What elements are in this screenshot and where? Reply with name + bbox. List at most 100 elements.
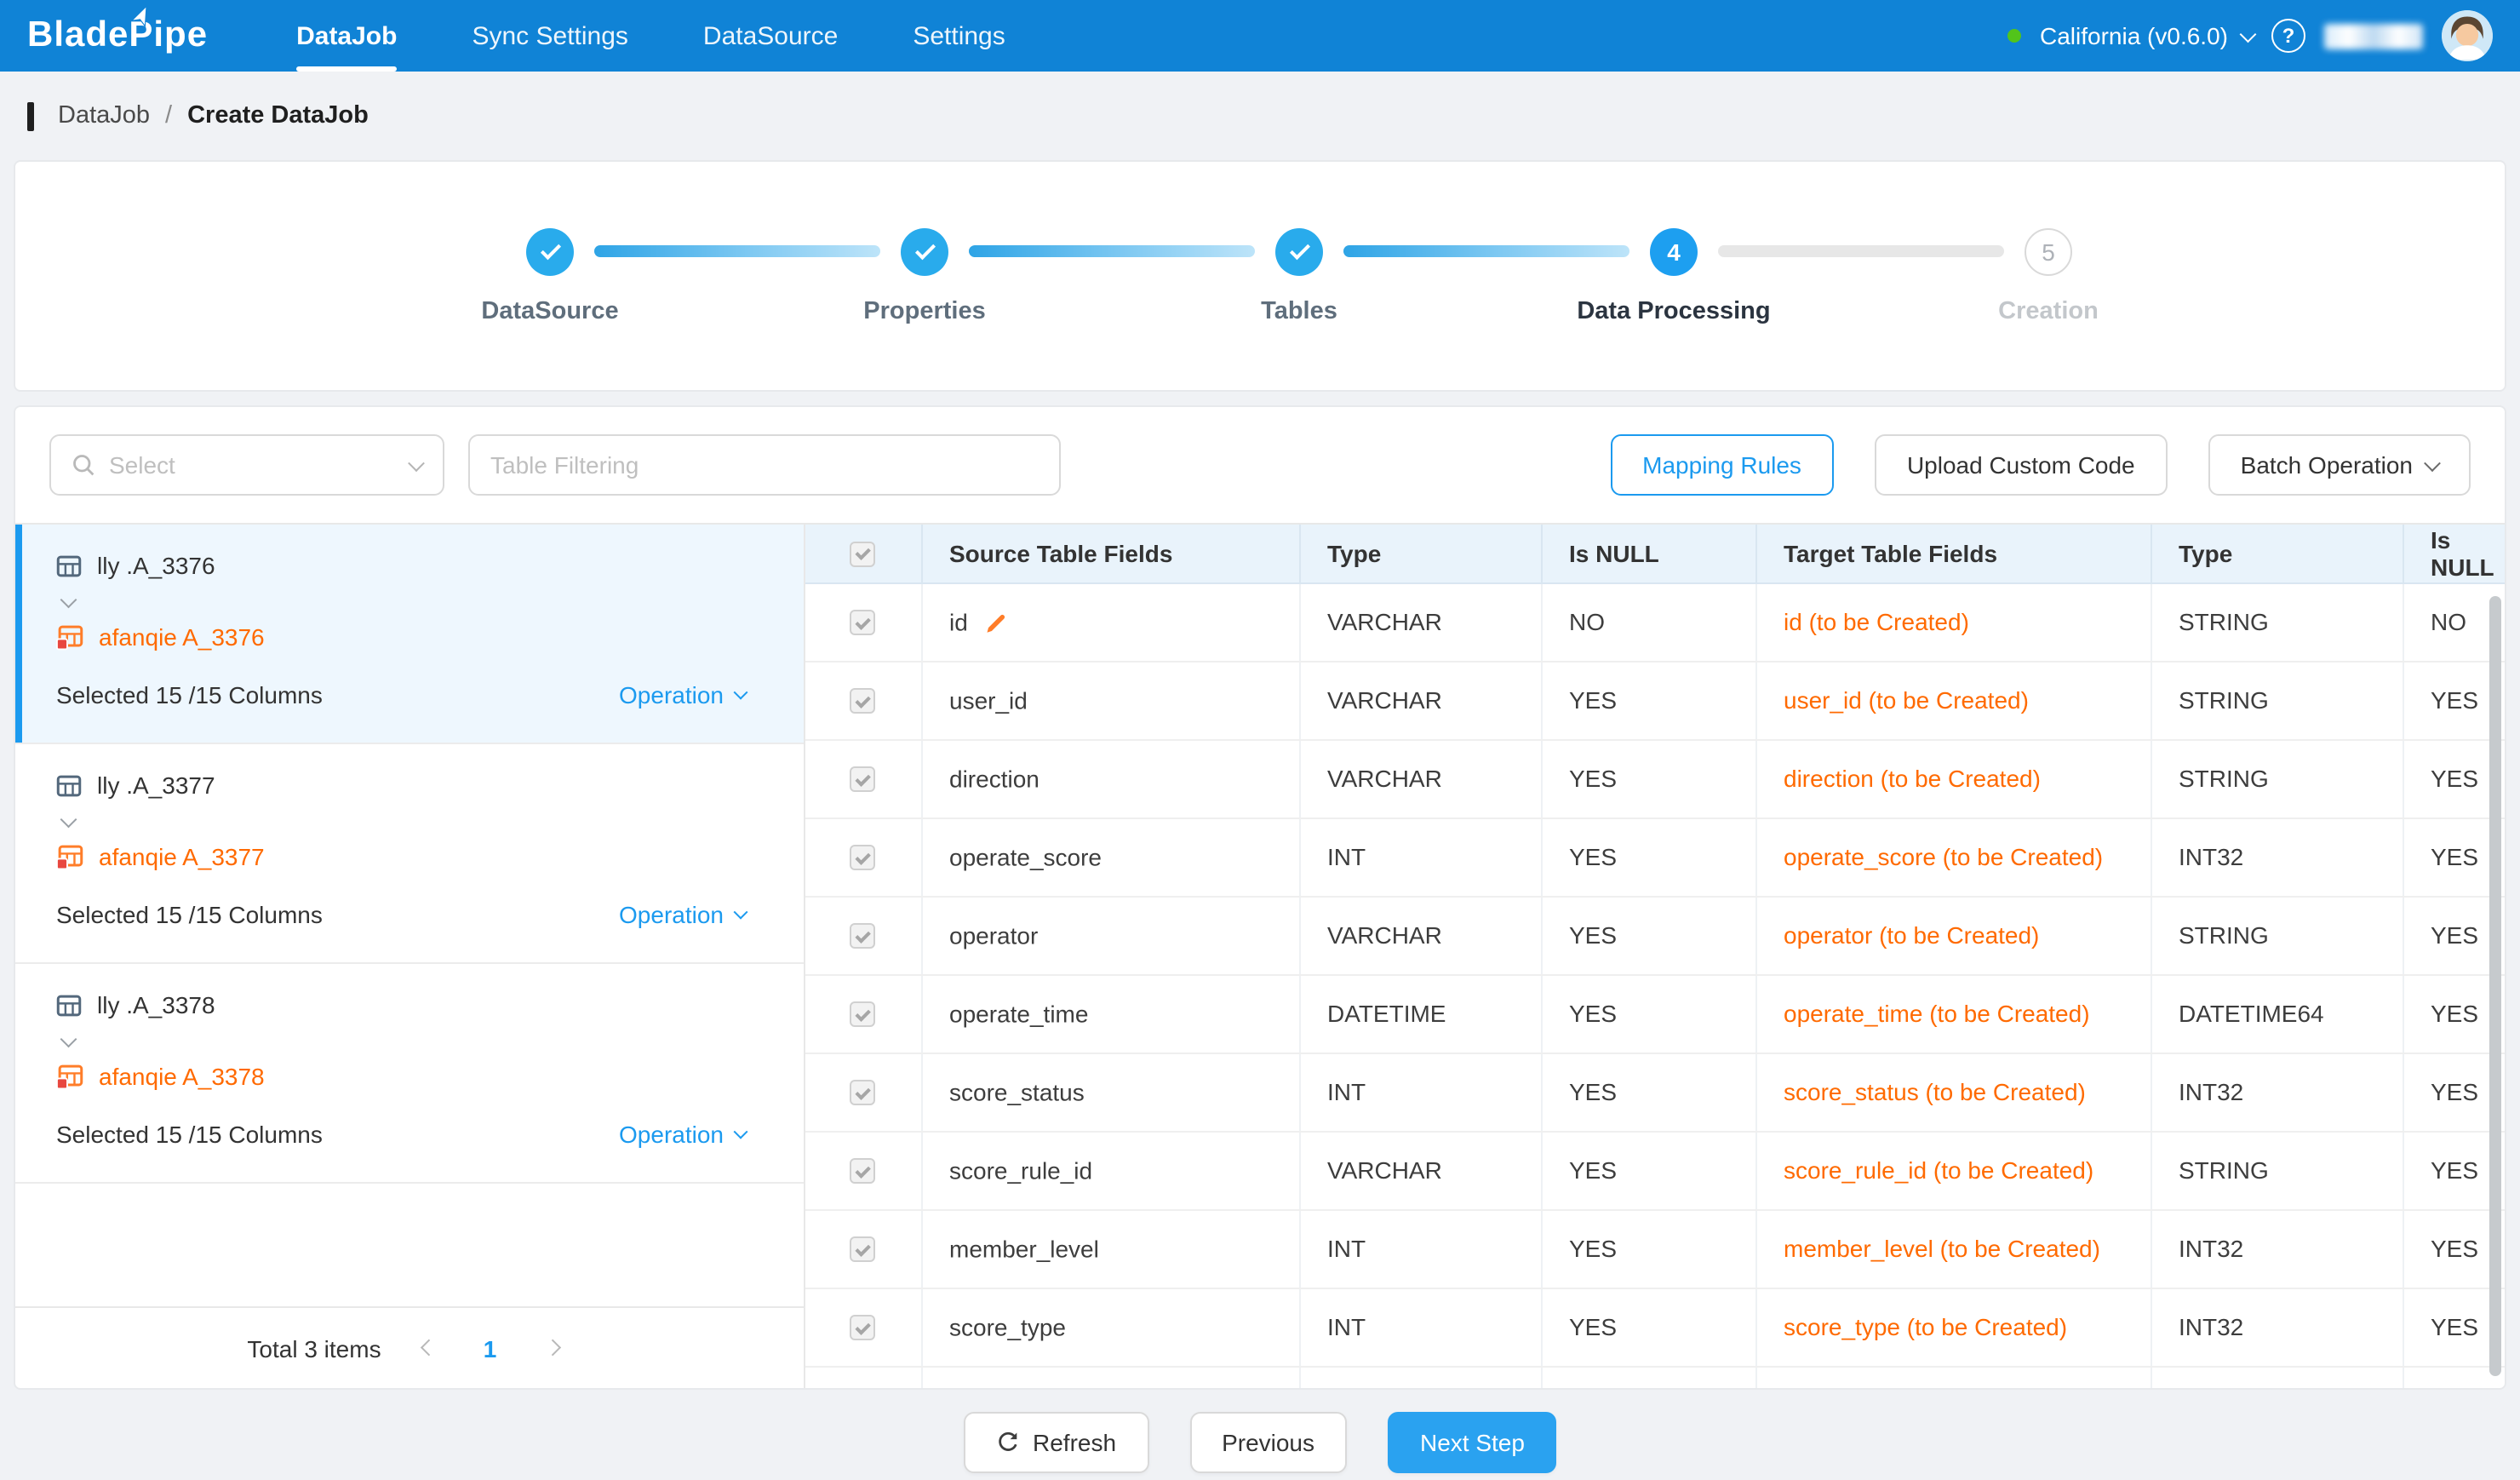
row-checkbox[interactable] <box>850 767 876 793</box>
region-selector[interactable]: California (v0.6.0) <box>2040 22 2253 49</box>
table-mapping-item[interactable]: lly .A_3376 afanqie A_3376 Selected 15 /… <box>15 525 804 744</box>
source-table-name: lly .A_3376 <box>97 552 215 579</box>
target-field-name: score_status (to be Created) <box>1755 1053 2151 1131</box>
previous-button[interactable]: Previous <box>1189 1412 1347 1473</box>
check-icon <box>1289 239 1309 260</box>
source-table-row: lly .A_3378 <box>56 986 746 1024</box>
target-field-name: operate_time (to be Created) <box>1755 974 2151 1053</box>
source-table-icon <box>56 992 82 1018</box>
next-step-button[interactable]: Next Step <box>1388 1412 1557 1473</box>
source-field-name: id <box>949 609 968 636</box>
target-table-icon <box>56 623 83 651</box>
step-connector <box>1343 245 1629 257</box>
operation-link[interactable]: Operation <box>619 1121 746 1148</box>
total-items-label: Total 3 items <box>247 1334 381 1362</box>
table-list-footer: Total 3 items 1 <box>15 1306 804 1388</box>
refresh-icon <box>995 1431 1019 1454</box>
toolbar: Select Mapping Rules Upload Custom Code … <box>15 407 2505 523</box>
operation-label: Operation <box>619 901 724 928</box>
row-checkbox[interactable] <box>850 1316 876 1341</box>
row-checkbox[interactable] <box>850 1159 876 1185</box>
table-scrollbar[interactable] <box>2489 596 2501 1376</box>
step-circle-creation: 5 <box>2025 228 2072 276</box>
source-field-type: INT <box>1299 1209 1541 1288</box>
user-name-redacted <box>2324 23 2423 49</box>
fields-mapping-table-area: Source Table Fields Type Is NULL Target … <box>805 525 2505 1388</box>
breadcrumb-parent[interactable]: DataJob <box>58 102 150 129</box>
row-checkbox[interactable] <box>850 1002 876 1028</box>
target-table-row: afanqie A_3378 <box>56 1058 746 1095</box>
nav-item[interactable]: Settings <box>875 0 1042 72</box>
source-field-isnull: YES <box>1541 1288 1755 1366</box>
chevron-down-icon <box>734 905 748 920</box>
edit-field-icon[interactable] <box>987 612 1007 633</box>
next-page-button[interactable] <box>531 1328 572 1368</box>
field-mapping-row: operate_time DATETIME YES operate_time (… <box>805 974 2505 1053</box>
item-meta-row: Selected 15 /15 Columns Operation <box>56 896 746 933</box>
row-checkbox[interactable] <box>850 1237 876 1263</box>
breadcrumb-separator: / <box>165 102 172 129</box>
mapping-rules-button[interactable]: Mapping Rules <box>1610 434 1834 496</box>
upload-custom-code-button[interactable]: Upload Custom Code <box>1875 434 2168 496</box>
field-mapping-row: id VARCHAR NO id (to be Created) STRING … <box>805 582 2505 661</box>
row-checkbox[interactable] <box>850 689 876 714</box>
source-table-name: lly .A_3377 <box>97 772 215 799</box>
target-table-row: afanqie A_3377 <box>56 838 746 875</box>
target-field-name: member_level (to be Created) <box>1755 1209 2151 1288</box>
nav-item[interactable]: DataSource <box>666 0 875 72</box>
nav-item[interactable]: Sync Settings <box>434 0 665 72</box>
select-all-checkbox[interactable] <box>850 542 876 567</box>
user-avatar[interactable] <box>2442 10 2493 61</box>
step-label-data-processing: Data Processing <box>1577 298 1770 325</box>
row-checkbox[interactable] <box>850 611 876 636</box>
nav-item-label: DataJob <box>296 21 397 50</box>
step-connector <box>1718 245 2004 257</box>
batch-operation-button[interactable]: Batch Operation <box>2208 434 2471 496</box>
help-icon[interactable]: ? <box>2271 19 2305 53</box>
header-target-fields: Target Table Fields <box>1755 525 2151 582</box>
breadcrumb-marker <box>27 101 34 130</box>
operation-label: Operation <box>619 681 724 708</box>
refresh-button[interactable]: Refresh <box>963 1412 1148 1473</box>
step-number: 5 <box>2042 238 2055 266</box>
source-field-isnull: YES <box>1541 896 1755 974</box>
source-field-name: user_id <box>949 687 1028 714</box>
chevron-right-icon <box>543 1340 558 1356</box>
step-label-datasource: DataSource <box>481 298 618 325</box>
select-dropdown[interactable]: Select <box>49 434 444 496</box>
nav-item-label: Sync Settings <box>472 21 627 50</box>
chevron-down-icon <box>734 686 748 700</box>
target-field-name: score_rule_id (to be Created) <box>1755 1131 2151 1209</box>
chevron-down-icon <box>408 454 425 471</box>
step-label-creation: Creation <box>1998 298 2099 325</box>
source-field-type: VARCHAR <box>1299 896 1541 974</box>
field-mapping-row: operate_score INT YES operate_score (to … <box>805 817 2505 896</box>
field-mapping-row: direction VARCHAR YES direction (to be C… <box>805 739 2505 817</box>
header-target-type: Type <box>2151 525 2403 582</box>
row-checkbox[interactable] <box>850 1081 876 1106</box>
selected-columns-label: Selected 15 /15 Columns <box>56 1121 323 1148</box>
row-checkbox[interactable] <box>850 924 876 949</box>
operation-link[interactable]: Operation <box>619 681 746 708</box>
table-filter-input[interactable] <box>468 434 1061 496</box>
target-field-name: operator (to be Created) <box>1755 896 2151 974</box>
source-field-isnull: YES <box>1541 817 1755 896</box>
search-icon <box>72 453 95 477</box>
operation-link[interactable]: Operation <box>619 901 746 928</box>
page-number[interactable]: 1 <box>470 1328 511 1368</box>
source-field-type: INT <box>1299 1288 1541 1366</box>
nav-item-label: Settings <box>913 21 1005 50</box>
field-mapping-row: score_type INT YES score_type (to be Cre… <box>805 1288 2505 1366</box>
mapping-content: lly .A_3376 afanqie A_3376 Selected 15 /… <box>15 523 2505 1388</box>
table-mapping-item[interactable]: lly .A_3378 afanqie A_3378 Selected 15 /… <box>15 964 804 1184</box>
app-logo-text: BladePipe <box>27 15 208 54</box>
source-table-icon <box>56 553 82 578</box>
source-field-name: score_status <box>949 1079 1085 1106</box>
row-checkbox[interactable] <box>850 846 876 871</box>
selected-columns-label: Selected 15 /15 Columns <box>56 901 323 928</box>
main-nav: DataJob Sync Settings DataSource Settings <box>259 0 1043 72</box>
prev-page-button[interactable] <box>409 1328 450 1368</box>
target-field-name: operate_score (to be Created) <box>1755 817 2151 896</box>
nav-item[interactable]: DataJob <box>259 0 434 72</box>
table-mapping-item[interactable]: lly .A_3377 afanqie A_3377 Selected 15 /… <box>15 744 804 964</box>
